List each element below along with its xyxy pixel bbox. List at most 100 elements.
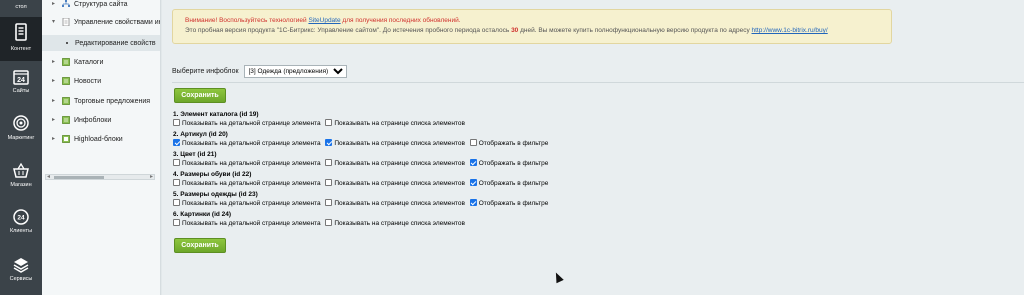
save-button-top[interactable]: Сохранить [174,88,226,103]
scroll-left-icon[interactable]: ◂ [47,173,50,180]
nav-item-content[interactable]: Контент [0,17,42,61]
svg-text:24: 24 [17,77,25,84]
chevron-down-icon[interactable]: ▾ [52,18,58,26]
property-item: 4. Размеры обуви (id 22) Показывать на д… [173,170,673,190]
filter-checkbox[interactable] [469,179,477,186]
buy-link[interactable]: http://www.1c-bitrix.ru/buy/ [752,27,828,34]
list-checkbox[interactable] [325,159,333,166]
property-options: Показывать на детальной странице элемент… [173,119,673,130]
list-option[interactable]: Показывать на странице списка элементов [325,219,465,227]
filter-option[interactable]: Отображать в фильтре [469,159,549,167]
trial-notice: Внимание! Воспользуйтесь технологией Sit… [172,9,892,44]
scrollbar-thumb[interactable] [54,176,104,179]
list-option[interactable]: Показывать на странице списка элементов [325,139,465,147]
trial-text-mid: дней. Вы можете купить полнофункциональн… [518,27,752,34]
nav-item-services[interactable]: Сервисы [0,252,42,295]
detail-checkbox[interactable] [173,159,180,166]
chevron-right-icon[interactable]: ▸ [52,0,58,8]
filter-checkbox[interactable] [469,199,477,206]
filter-checkbox[interactable] [469,159,477,166]
layers-icon [13,258,29,273]
tree-item-label: Редактирование свойств [75,40,156,47]
nav-item-clients[interactable]: 24 Клиенты [0,204,42,250]
filter-checkbox[interactable] [469,139,477,146]
tree-item-catalogs[interactable]: ▸ Каталоги [42,54,160,70]
svg-text:24: 24 [17,215,25,222]
detail-label: Показывать на детальной странице элемент… [182,140,321,147]
detail-label: Показывать на детальной странице элемент… [182,220,321,227]
infoblock-select[interactable]: [3] Одежда (предложения) [243,65,347,78]
chevron-right-icon[interactable]: ▸ [52,58,58,66]
detail-option[interactable]: Показывать на детальной странице элемент… [173,139,321,147]
detail-option[interactable]: Показывать на детальной странице элемент… [173,199,321,207]
filter-label: Отображать в фильтре [478,160,549,167]
filter-option[interactable]: Отображать в фильтре [469,139,548,147]
list-option[interactable]: Показывать на странице списка элементов [325,119,465,127]
tree-item-highload[interactable]: ▸ Highload-блоки [42,131,160,147]
list-checkbox[interactable] [325,139,333,146]
chevron-right-icon[interactable]: ▸ [52,116,58,124]
list-checkbox[interactable] [325,179,333,186]
chevron-right-icon[interactable]: ▸ [52,135,58,143]
nav-label: Клиенты [9,228,33,234]
detail-checkbox[interactable] [173,119,180,126]
detail-checkbox[interactable] [173,219,180,226]
iblock-icon [62,97,70,105]
trial-text-start: Это пробная версия продукта "1С-Битрикс:… [185,27,512,34]
detail-label: Показывать на детальной странице элемент… [182,120,321,127]
list-checkbox[interactable] [325,219,333,226]
nav-label: Контент [10,46,32,52]
tree-item-label: Каталоги [74,59,104,66]
iblock-icon [62,58,70,66]
filter-option[interactable]: Отображать в фильтре [469,179,549,187]
nav-label: стол [15,4,27,10]
chevron-right-icon[interactable]: ▸ [52,97,58,105]
tree-item-offers[interactable]: ▸ Торговые предложения [42,93,160,109]
warning-text-end: для получения последних обновлений. [340,17,461,24]
nav-item-sites[interactable]: 24 Сайты [0,64,42,110]
filter-label: Отображать в фильтре [478,180,549,187]
tree-item-site-structure[interactable]: ▸ Структура сайта [42,0,160,12]
detail-checkbox[interactable] [173,139,180,146]
tree-item-label: Инфоблоки [74,117,112,124]
tree-item-label: Новости [74,78,102,85]
nav-label: Сервисы [9,276,33,282]
iblock-icon [62,77,70,85]
detail-checkbox[interactable] [173,199,180,206]
filter-option[interactable]: Отображать в фильтре [469,199,548,207]
tree-horizontal-scrollbar[interactable]: ◂ ▸ [45,174,155,180]
nav-item-marketing[interactable]: Маркетинг [0,110,42,156]
detail-option[interactable]: Показывать на детальной странице элемент… [173,179,321,187]
list-label: Показывать на странице списка элементов [334,140,465,147]
property-title: 5. Размеры одежды (id 23) [173,191,258,198]
nav-label: Маркетинг [7,135,35,141]
properties-list: 1. Элемент каталога (id 19) Показывать н… [173,110,673,230]
list-option[interactable]: Показывать на странице списка элементов [325,199,465,207]
tree-item-edit-properties[interactable]: Редактирование свойств [42,35,160,51]
detail-option[interactable]: Показывать на детальной странице элемент… [173,119,321,127]
siteupdate-link[interactable]: SiteUpdate [308,17,340,24]
tree-item-properties-manager[interactable]: ▾ Управление свойствами ин [42,14,160,30]
trial-text: Это пробная версия продукта "1С-Битрикс:… [185,26,879,36]
list-checkbox[interactable] [325,119,333,126]
detail-label: Показывать на детальной странице элемент… [182,200,321,207]
detail-option[interactable]: Показывать на детальной странице элемент… [173,159,321,167]
nav-item-shop[interactable]: Магазин [0,158,42,204]
list-option[interactable]: Показывать на странице списка элементов [325,179,465,187]
basket-icon [13,162,29,178]
list-label: Показывать на странице списка элементов [334,120,465,127]
scroll-right-icon[interactable]: ▸ [150,173,153,180]
calendar-24-icon: 24 [13,70,29,85]
property-item: 6. Картинки (id 24) Показывать на деталь… [173,210,673,230]
tree-item-infoblocks[interactable]: ▸ Инфоблоки [42,112,160,128]
detail-checkbox[interactable] [173,179,180,186]
sitemap-icon [62,0,70,7]
list-option[interactable]: Показывать на странице списка элементов [325,159,465,167]
detail-label: Показывать на детальной странице элемент… [182,160,321,167]
save-button-bottom[interactable]: Сохранить [174,238,226,253]
chevron-right-icon[interactable]: ▸ [52,77,58,85]
target-icon [13,115,29,131]
list-checkbox[interactable] [325,199,333,206]
tree-item-news[interactable]: ▸ Новости [42,73,160,89]
detail-option[interactable]: Показывать на детальной странице элемент… [173,219,321,227]
